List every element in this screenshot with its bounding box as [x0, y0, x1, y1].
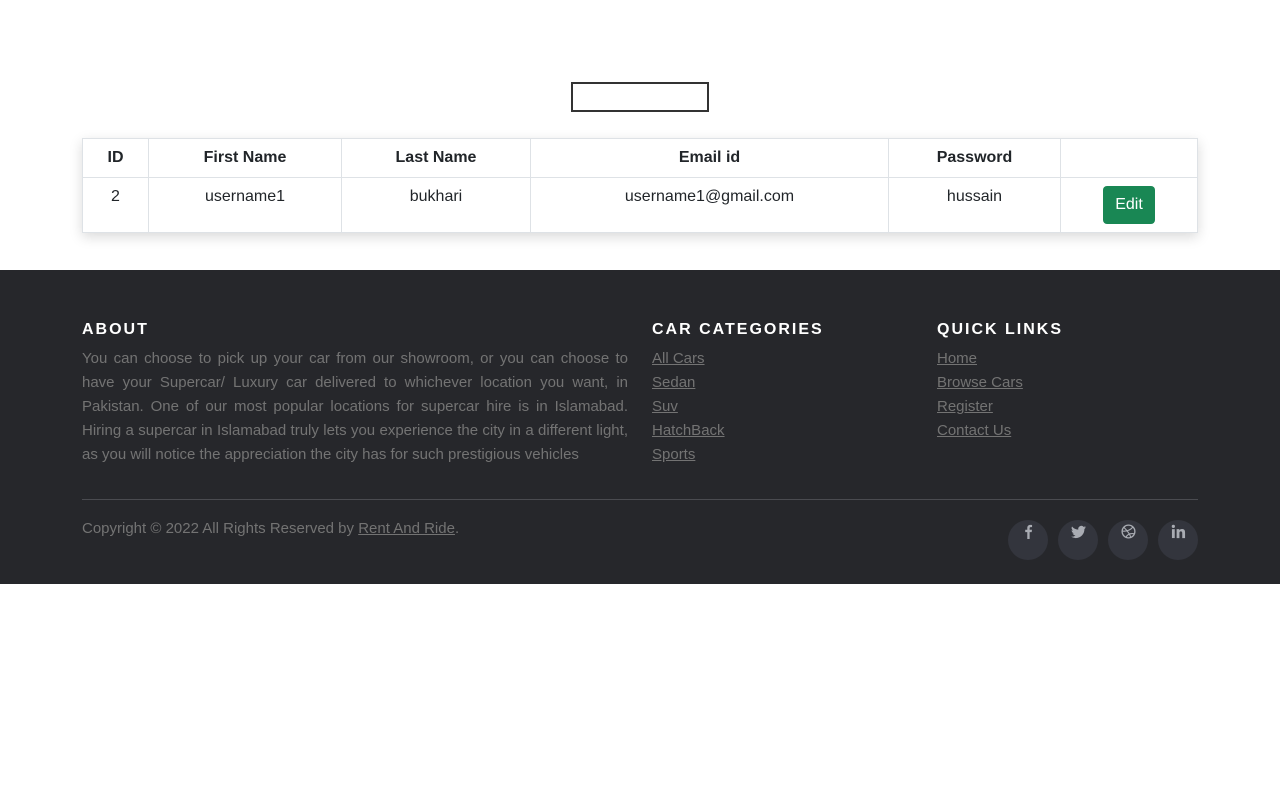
facebook-icon[interactable]: [1008, 520, 1048, 560]
cell-password: hussain: [888, 177, 1061, 233]
site-footer: ABOUT You can choose to pick up your car…: [0, 270, 1280, 584]
copyright-prefix: Copyright © 2022 All Rights Reserved by: [82, 520, 359, 537]
category-link-all-cars[interactable]: All Cars: [652, 350, 705, 367]
footer-quick-links: QUICK LINKS Home Browse Cars Register Co…: [937, 320, 1197, 443]
footer-about: ABOUT You can choose to pick up your car…: [82, 320, 628, 467]
copyright-brand-link[interactable]: Rent And Ride: [358, 520, 455, 537]
copyright-suffix: .: [454, 520, 460, 537]
column-header-email: Email id: [530, 138, 889, 178]
quick-links-heading: QUICK LINKS: [937, 321, 1063, 338]
edit-button[interactable]: Edit: [1103, 186, 1155, 224]
footer-car-categories: CAR CATEGORIES All Cars Sedan Suv HatchB…: [652, 320, 912, 467]
cell-email: username1@gmail.com: [530, 177, 889, 233]
car-categories-list: All Cars Sedan Suv HatchBack Sports: [652, 347, 912, 467]
car-categories-heading: CAR CATEGORIES: [652, 321, 824, 338]
table-row: 2 username1 bukhari username1@gmail.com …: [82, 177, 1198, 233]
column-header-password: Password: [888, 138, 1061, 178]
search-input[interactable]: [571, 82, 709, 112]
twitter-icon[interactable]: [1058, 520, 1098, 560]
cell-action: Edit: [1060, 177, 1198, 233]
cell-id: 2: [82, 177, 149, 233]
quick-links-list: Home Browse Cars Register Contact Us: [937, 347, 1197, 443]
quick-link-browse-cars[interactable]: Browse Cars: [937, 374, 1023, 391]
about-text: You can choose to pick up your car from …: [82, 350, 628, 463]
table-header-row: ID First Name Last Name Email id Passwor…: [82, 138, 1198, 178]
column-header-first-name: First Name: [148, 138, 342, 178]
category-link-sedan[interactable]: Sedan: [652, 374, 695, 391]
users-table: ID First Name Last Name Email id Passwor…: [82, 138, 1198, 233]
about-heading: ABOUT: [82, 321, 149, 338]
column-header-action: [1060, 138, 1198, 178]
copyright-text: Copyright © 2022 All Rights Reserved by …: [82, 518, 459, 540]
cell-last-name: bukhari: [341, 177, 531, 233]
cell-first-name: username1: [148, 177, 342, 233]
footer-divider: [82, 499, 1198, 500]
linkedin-icon[interactable]: [1158, 520, 1198, 560]
category-link-sports[interactable]: Sports: [652, 446, 695, 463]
category-link-hatchback[interactable]: HatchBack: [652, 422, 725, 439]
users-table-container: ID First Name Last Name Email id Passwor…: [82, 138, 1198, 233]
dribbble-icon[interactable]: [1108, 520, 1148, 560]
column-header-id: ID: [82, 138, 149, 178]
quick-link-register[interactable]: Register: [937, 398, 993, 415]
category-link-suv[interactable]: Suv: [652, 398, 678, 415]
social-links: [1008, 520, 1198, 560]
quick-link-contact-us[interactable]: Contact Us: [937, 422, 1011, 439]
quick-link-home[interactable]: Home: [937, 350, 977, 367]
column-header-last-name: Last Name: [341, 138, 531, 178]
